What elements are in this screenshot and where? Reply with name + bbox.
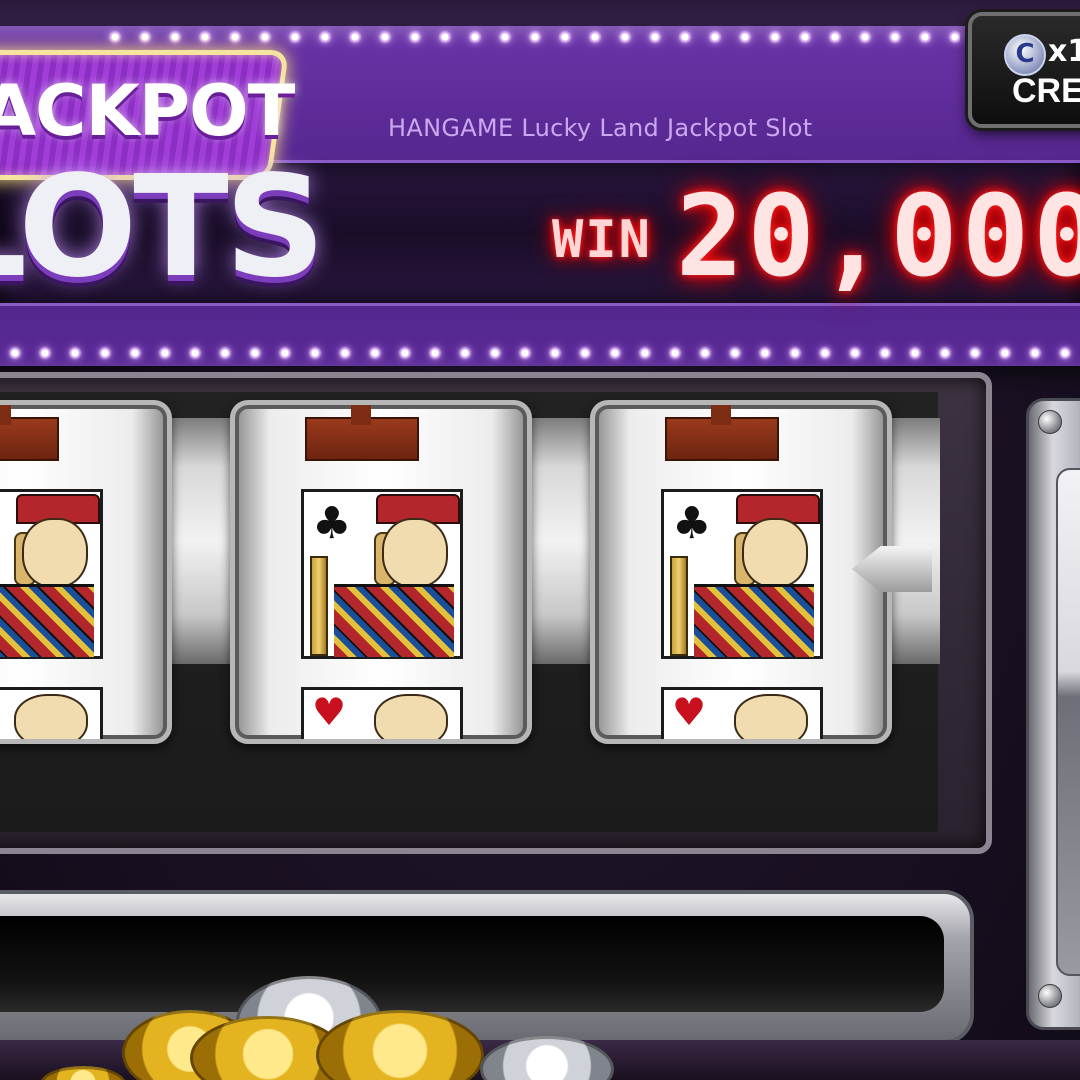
next-card-face	[14, 694, 88, 739]
king-robe	[334, 584, 454, 657]
win-amount: 20,000,0	[676, 172, 1080, 302]
king-robe	[0, 584, 94, 657]
spin-lever[interactable]	[1056, 468, 1080, 976]
reel-2[interactable]: ♣ ♥	[230, 400, 532, 744]
king-card: ♣	[661, 489, 823, 659]
game-subtitle: HANGAME Lucky Land Jackpot Slot	[388, 114, 813, 142]
heart-icon: ♥	[672, 690, 707, 734]
king-card: ♣	[0, 489, 103, 659]
logo-slots-text: LOTS	[0, 146, 326, 309]
king-card: ♣	[301, 489, 463, 659]
credit-multiplier: x1	[1048, 34, 1080, 69]
next-card: ♥	[0, 687, 103, 739]
reel-3[interactable]: ♣ ♥	[590, 400, 892, 744]
bar-symbol-icon	[305, 405, 419, 461]
bar-symbol-icon	[665, 405, 779, 461]
credit-label: CRED	[1012, 72, 1080, 110]
coin-tray-opening	[0, 916, 944, 1012]
sword-icon	[670, 556, 688, 656]
king-face	[742, 518, 808, 588]
marquee-lights-top	[100, 30, 960, 44]
bar-symbol-icon	[0, 405, 59, 461]
win-label: WIN	[552, 210, 652, 270]
king-face	[382, 518, 448, 588]
king-face	[22, 518, 88, 588]
next-card: ♥	[301, 687, 463, 739]
credit-coin-icon: C	[1004, 34, 1046, 76]
bolt-icon	[1038, 984, 1062, 1008]
next-card: ♥	[661, 687, 823, 739]
reel-1[interactable]: ♣ ♥	[0, 400, 172, 744]
king-robe	[694, 584, 814, 657]
marquee-lights-bottom	[0, 346, 1080, 360]
sword-icon	[310, 556, 328, 656]
heart-icon: ♥	[312, 690, 347, 734]
bolt-icon	[1038, 410, 1062, 434]
next-card-face	[734, 694, 808, 739]
club-icon: ♣	[312, 498, 352, 549]
next-card-face	[374, 694, 448, 739]
slot-machine-screen: ACKPOT LOTS HANGAME Lucky Land Jackpot S…	[0, 0, 1080, 1080]
logo-jackpot-text: ACKPOT	[0, 70, 295, 152]
club-icon: ♣	[672, 498, 712, 549]
